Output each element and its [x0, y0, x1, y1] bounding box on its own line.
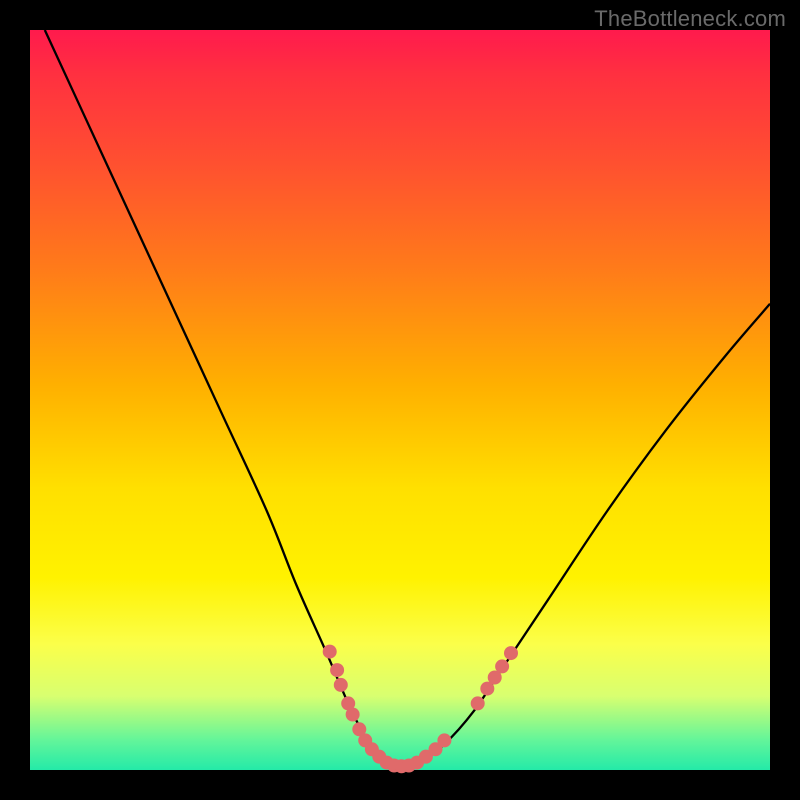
- plot-area: [30, 30, 770, 770]
- data-marker: [330, 663, 344, 677]
- chart-svg: [30, 30, 770, 770]
- marker-layer: [323, 645, 518, 774]
- chart-container: TheBottleneck.com: [0, 0, 800, 800]
- data-marker: [334, 678, 348, 692]
- data-marker: [323, 645, 337, 659]
- bottleneck-curve: [45, 30, 770, 767]
- watermark-text: TheBottleneck.com: [594, 6, 786, 32]
- data-marker: [346, 708, 360, 722]
- data-marker: [495, 659, 509, 673]
- data-marker: [437, 733, 451, 747]
- data-marker: [504, 646, 518, 660]
- curve-layer: [45, 30, 770, 767]
- data-marker: [471, 696, 485, 710]
